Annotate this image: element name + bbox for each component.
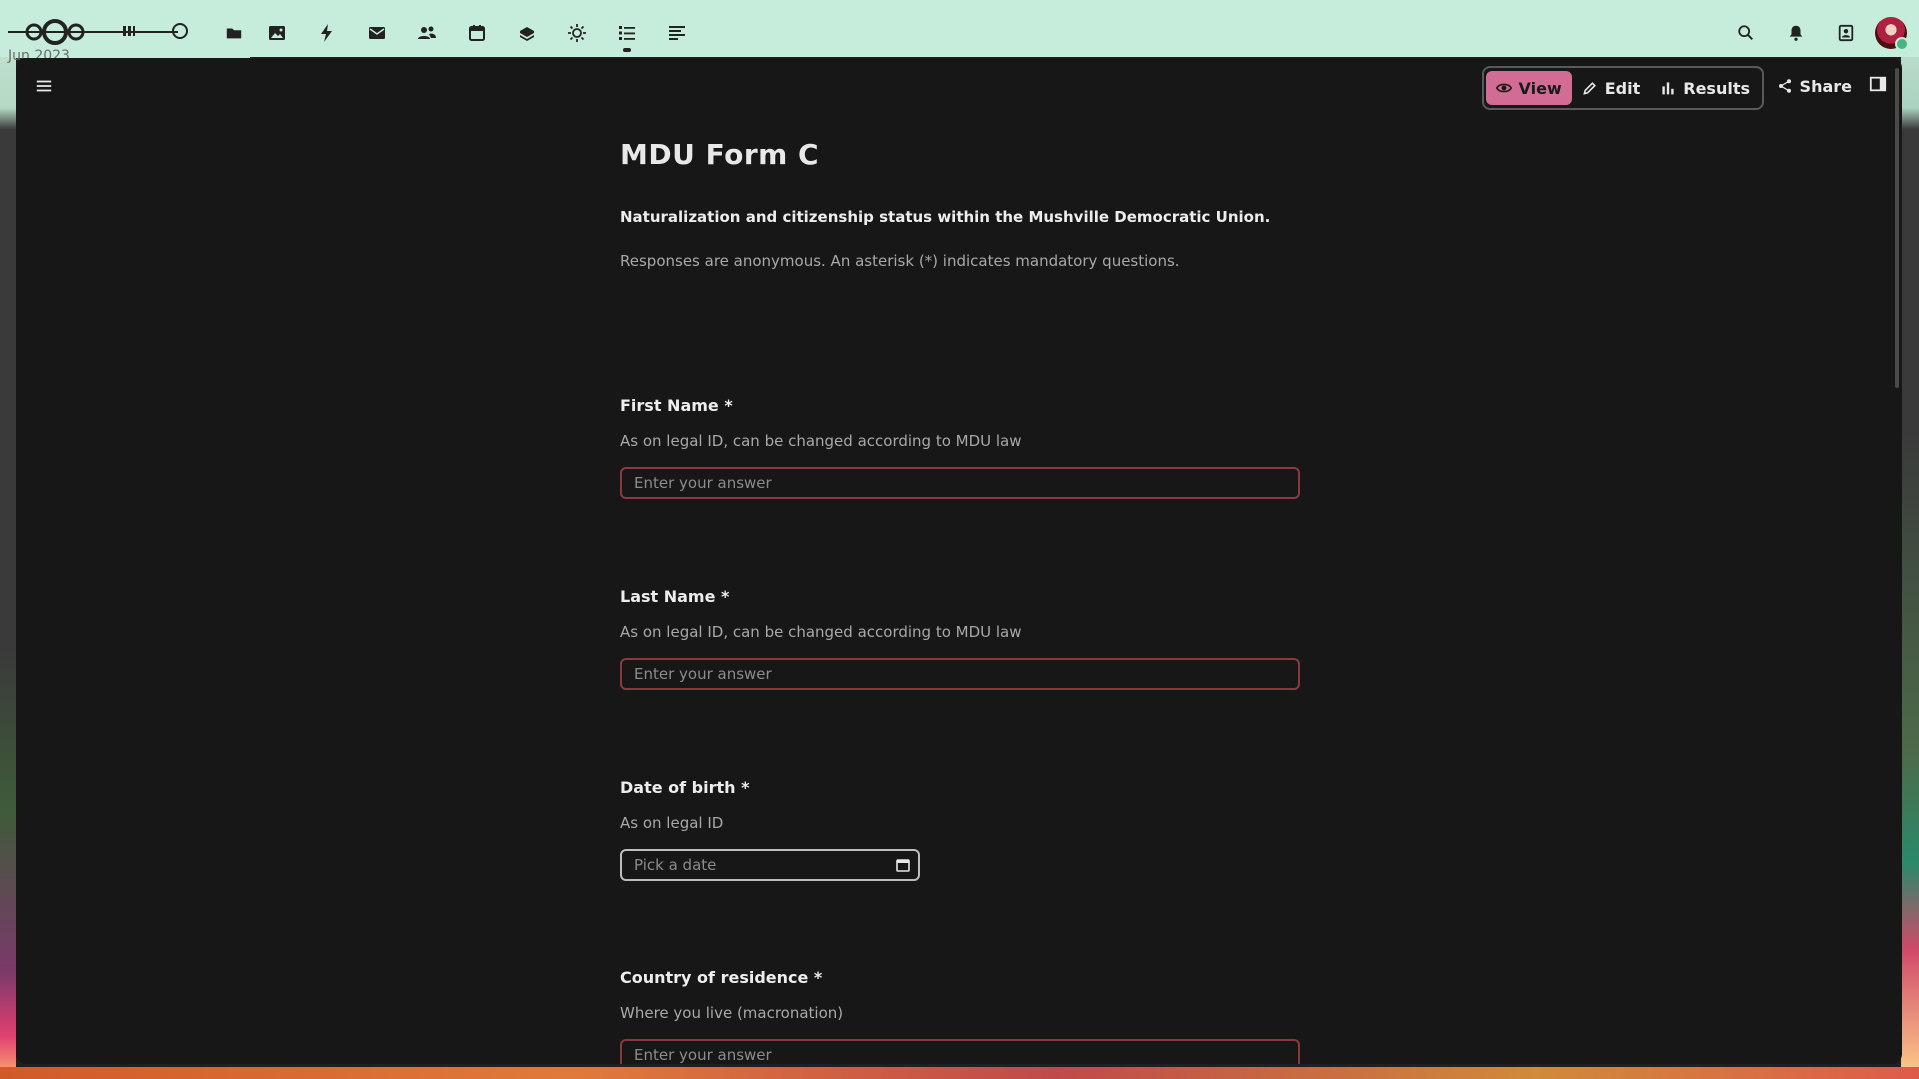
- app-files[interactable]: [218, 8, 250, 58]
- share-button-label: Share: [1799, 76, 1852, 96]
- view-button-label: View: [1518, 78, 1562, 98]
- form-container: MDU Form C Naturalization and citizenshi…: [620, 138, 1310, 1064]
- timeline-marker-icon: [123, 26, 135, 36]
- app-deck[interactable]: [502, 8, 552, 58]
- notes-icon: [669, 26, 685, 40]
- calendar-icon: [469, 25, 485, 41]
- wallpaper-right-edge: [1901, 0, 1919, 1079]
- unified-search-button[interactable]: [1721, 8, 1771, 58]
- wallpaper-bottom-edge: [0, 1067, 1919, 1079]
- first-name-input[interactable]: Enter your answer: [620, 467, 1300, 499]
- photos-icon: [269, 26, 285, 40]
- form-note: Responses are anonymous. An asterisk (*)…: [620, 252, 1180, 270]
- question-help: As on legal ID, can be changed according…: [620, 432, 1022, 450]
- share-icon: [1778, 79, 1791, 93]
- question-help: Where you live (macronation): [620, 1004, 844, 1022]
- question-help: As on legal ID: [620, 814, 724, 832]
- app-notes[interactable]: [652, 8, 702, 58]
- app-weather[interactable]: [552, 8, 602, 58]
- user-avatar[interactable]: [1875, 17, 1909, 51]
- activity-icon: [321, 24, 332, 42]
- deck-icon: [520, 27, 534, 41]
- app-contacts[interactable]: [402, 8, 452, 58]
- form-description: Naturalization and citizenship status wi…: [620, 208, 1271, 226]
- nextcloud-logo-icon[interactable]: [24, 18, 86, 46]
- question-help: As on legal ID, can be changed according…: [620, 623, 1022, 641]
- navigation-toggle-button[interactable]: [28, 70, 60, 102]
- app-photos[interactable]: [252, 8, 302, 58]
- question-date-of-birth: Date of birth * As on legal ID Pick a da…: [620, 778, 1310, 881]
- forms-icon: [619, 26, 635, 40]
- folder-icon: [226, 28, 242, 39]
- results-button[interactable]: Results: [1650, 71, 1760, 105]
- input-placeholder: Enter your answer: [634, 474, 772, 492]
- search-icon: [1738, 25, 1754, 41]
- sidebar-toggle-button[interactable]: [1864, 70, 1892, 98]
- mail-icon: [369, 27, 385, 39]
- input-placeholder: Enter your answer: [634, 1046, 772, 1064]
- results-button-label: Results: [1683, 78, 1750, 98]
- app-forms[interactable]: [602, 8, 652, 58]
- mode-switcher: View Edit Results: [1481, 66, 1764, 110]
- share-button[interactable]: Share: [1771, 66, 1858, 106]
- notifications-button[interactable]: [1771, 8, 1821, 58]
- wallpaper-left-edge: [0, 0, 16, 1079]
- question-label: First Name *: [620, 396, 733, 415]
- date-placeholder: Pick a date: [634, 856, 717, 874]
- bar-chart-icon: [1662, 82, 1674, 95]
- question-label: Country of residence *: [620, 968, 823, 987]
- app-calendar[interactable]: [452, 8, 502, 58]
- online-status-icon: [1895, 37, 1909, 51]
- header-right-menu: [1721, 8, 1919, 58]
- contacts-menu-button[interactable]: [1821, 8, 1871, 58]
- hamburger-menu-icon: [36, 80, 52, 92]
- form-title: MDU Form C: [620, 138, 820, 171]
- scrollbar[interactable]: [1895, 68, 1899, 388]
- sidebar-icon: [1869, 76, 1887, 92]
- date-of-birth-picker[interactable]: Pick a date: [620, 849, 920, 881]
- app-navigation: [252, 8, 702, 58]
- contacts-icon: [418, 26, 436, 39]
- eye-icon: [1495, 83, 1512, 93]
- edit-button-label: Edit: [1604, 78, 1641, 98]
- view-button[interactable]: View: [1485, 71, 1572, 105]
- address-book-icon: [1838, 24, 1854, 42]
- app-mail[interactable]: [352, 8, 402, 58]
- question-last-name: Last Name * As on legal ID, can be chang…: [620, 587, 1310, 690]
- question-label: Last Name *: [620, 587, 730, 606]
- country-of-residence-input[interactable]: Enter your answer: [620, 1039, 1300, 1064]
- calendar-icon: [896, 859, 910, 872]
- weather-icon: [568, 24, 586, 42]
- app-activity[interactable]: [302, 8, 352, 58]
- app-content: View Edit Results Share MDU Form C Natur…: [16, 58, 1902, 1064]
- question-country-of-residence: Country of residence * Where you live (m…: [620, 968, 1310, 1064]
- pencil-icon: [1583, 82, 1596, 95]
- input-placeholder: Enter your answer: [634, 665, 772, 683]
- question-first-name: First Name * As on legal ID, can be chan…: [620, 396, 1310, 499]
- question-label: Date of birth *: [620, 778, 750, 797]
- timeline-circle-icon: [172, 23, 188, 39]
- bell-icon: [1789, 25, 1803, 41]
- edit-button[interactable]: Edit: [1572, 71, 1651, 105]
- last-name-input[interactable]: Enter your answer: [620, 658, 1300, 690]
- top-header: Jun 2023: [0, 0, 1919, 64]
